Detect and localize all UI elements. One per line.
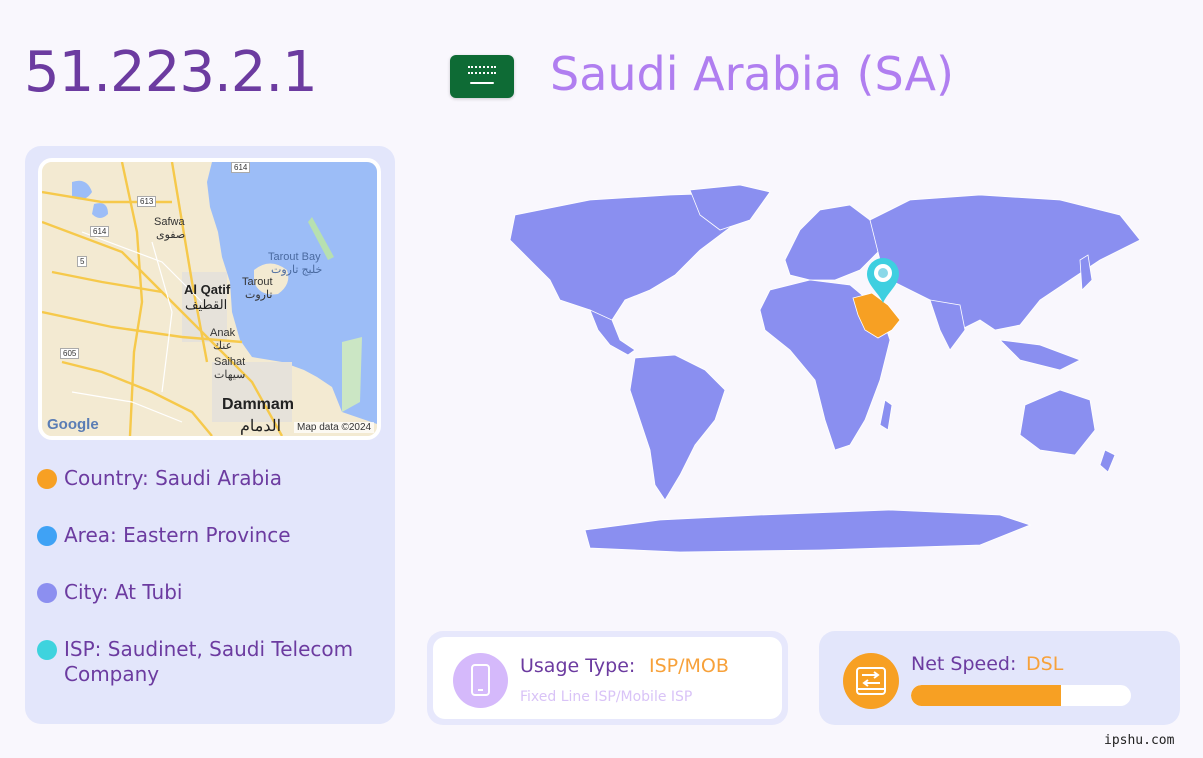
net-speed-bar (911, 685, 1131, 706)
map-label-tarout-ar: تاروت (245, 289, 273, 301)
road-shield: 614 (231, 162, 251, 173)
map-label-dammam: Dammam (222, 396, 295, 413)
area-dot-icon (37, 526, 57, 546)
area-text: Area: Eastern Province (64, 523, 291, 547)
europe (784, 204, 881, 281)
australia (1019, 389, 1096, 456)
world-map (509, 184, 1141, 553)
asia (869, 194, 1141, 331)
net-speed-bar-fill (911, 685, 1061, 706)
map-label-anak: Anak (210, 327, 236, 339)
map-label-al-qatif: Al Qatif (184, 282, 231, 297)
net-speed-card: Net Speed: DSL (819, 631, 1180, 725)
city-text: City: At Tubi (64, 580, 183, 604)
saudi-flag-icon (450, 55, 514, 98)
country-text: Country: Saudi Arabia (64, 466, 282, 490)
road-shield: 613 (137, 196, 157, 207)
isp-text: ISP: Saudinet, Saudi Telecom Company (64, 637, 354, 686)
isp-dot-icon (37, 640, 57, 660)
network-transfer-icon (843, 653, 899, 709)
usage-type-card: Usage Type: ISP/MOB Fixed Line ISP/Mobil… (427, 631, 788, 725)
info-list: Country: Saudi Arabia Area: Eastern Prov… (37, 466, 387, 719)
map-attribution[interactable]: Map data ©2024 (294, 422, 375, 433)
google-logo: Google (47, 416, 99, 433)
map-label-tarout-bay-ar: خليج تاروت (271, 264, 323, 276)
south-america (629, 354, 726, 501)
map-label-al-qatif-ar: القطيف (185, 297, 228, 312)
road-shield: 605 (60, 348, 80, 359)
country-dot-icon (37, 469, 57, 489)
map-label-tarout-bay: Tarout Bay (268, 251, 321, 263)
india (929, 299, 966, 351)
country-title: Saudi Arabia (SA) (550, 47, 954, 101)
info-city: City: At Tubi (37, 580, 387, 605)
map-label-saihat-ar: سيهات (214, 369, 246, 381)
ip-address: 51.223.2.1 (24, 40, 318, 105)
road-shield: 5 (77, 256, 88, 267)
map-label-dammam-ar: الدمام (240, 418, 282, 435)
map-label-safwa: Safwa (154, 216, 185, 228)
info-country: Country: Saudi Arabia (37, 466, 387, 491)
map-label-anak-ar: عنك (213, 340, 233, 352)
city-dot-icon (37, 583, 57, 603)
usage-type-label: Usage Type: (520, 655, 636, 677)
madagascar (879, 399, 893, 431)
antarctica (584, 509, 1032, 553)
local-map[interactable]: Safwa صفوى Tarout Bay خليج تاروت Tarout … (38, 158, 381, 440)
info-isp: ISP: Saudinet, Saudi Telecom Company (37, 637, 387, 687)
se-asia (998, 339, 1081, 371)
new-zealand (1099, 449, 1116, 473)
map-label-safwa-ar: صفوى (156, 229, 186, 241)
info-area: Area: Eastern Province (37, 523, 387, 548)
map-label-saihat: Saihat (214, 356, 246, 368)
net-speed-value: DSL (1026, 653, 1064, 675)
site-brand[interactable]: ipshu.com (1104, 733, 1174, 748)
usage-type-value: ISP/MOB (649, 655, 729, 677)
usage-type-description: Fixed Line ISP/Mobile ISP (520, 689, 693, 705)
mobile-phone-icon (453, 653, 508, 708)
map-label-tarout: Tarout (242, 276, 273, 288)
net-speed-label: Net Speed: (911, 653, 1017, 675)
road-shield: 614 (90, 226, 110, 237)
location-card: Safwa صفوى Tarout Bay خليج تاروت Tarout … (25, 146, 395, 724)
